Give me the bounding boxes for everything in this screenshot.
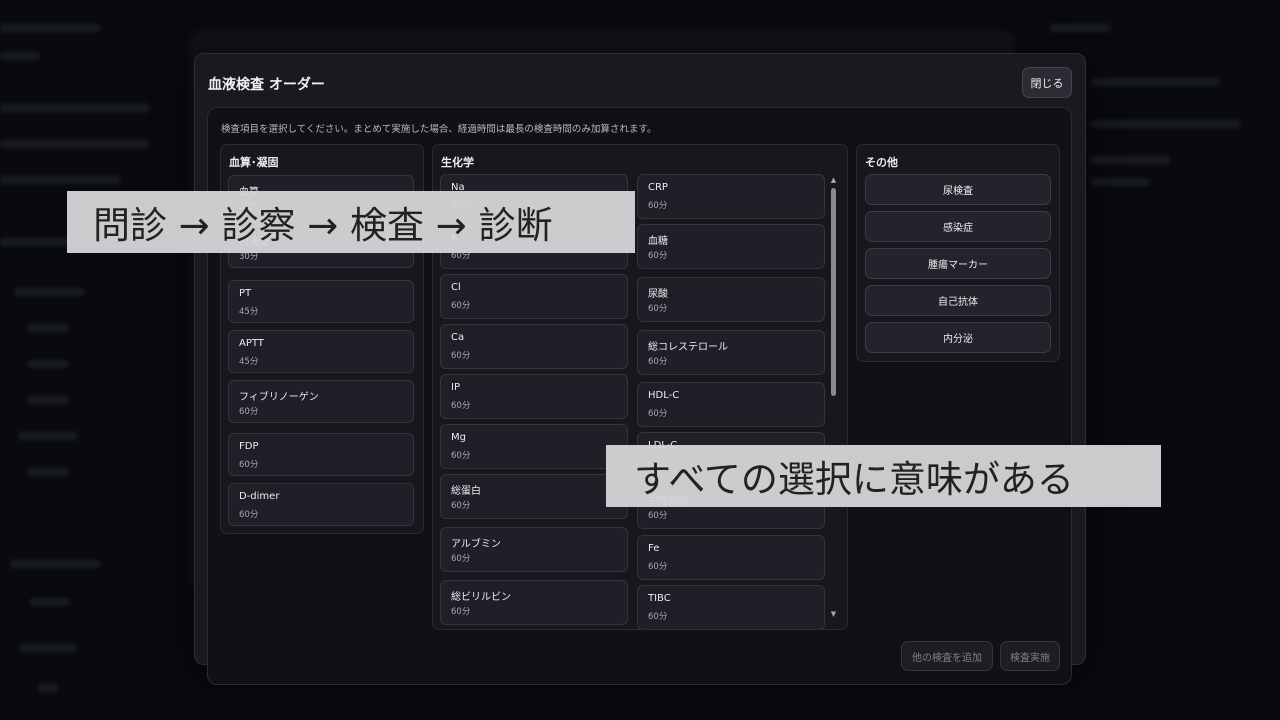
other-test-button[interactable]: 感染症: [865, 211, 1051, 242]
scroll-up-arrow-icon[interactable]: ▲: [830, 177, 837, 184]
test-duration: 60分: [648, 511, 668, 521]
test-item-biochem[interactable]: Cl 60分: [440, 274, 628, 319]
test-duration: 60分: [648, 409, 668, 419]
test-name: 尿酸: [648, 289, 668, 300]
test-name: Mg: [451, 432, 466, 443]
test-item-biochem[interactable]: 血糖 60分: [637, 224, 825, 269]
caption-flow: 問診 → 診察 → 検査 → 診断: [67, 191, 635, 253]
test-duration: 60分: [648, 562, 668, 572]
test-item-biochem[interactable]: 尿酸 60分: [637, 277, 825, 322]
test-name: 血糖: [648, 236, 668, 247]
test-duration: 60分: [239, 460, 259, 470]
test-item-blood[interactable]: PT 45分: [228, 280, 414, 323]
test-name: TIBC: [648, 593, 671, 604]
test-item-biochem[interactable]: Ca 60分: [440, 324, 628, 369]
background-right-panel: [1050, 0, 1280, 720]
scroll-thumb[interactable]: [831, 188, 836, 396]
test-name: APTT: [239, 338, 264, 349]
close-button[interactable]: 閉じる: [1022, 67, 1072, 98]
caption-meaning: すべての選択に意味がある: [606, 445, 1161, 507]
test-duration: 60分: [239, 510, 259, 520]
other-test-button[interactable]: 内分泌: [865, 322, 1051, 353]
test-name: Fe: [648, 543, 660, 554]
test-duration: 45分: [239, 357, 259, 367]
blood-column-title: 血算･凝固: [229, 156, 279, 169]
test-name: HDL-C: [648, 390, 680, 401]
other-test-button[interactable]: 腫瘍マーカー: [865, 248, 1051, 279]
modal-title: 血液検査 オーダー: [208, 77, 325, 93]
test-item-biochem[interactable]: 総蛋白 60分: [440, 474, 628, 519]
test-name: PT: [239, 288, 252, 299]
test-duration: 60分: [648, 201, 668, 211]
test-item-blood[interactable]: FDP 60分: [228, 433, 414, 476]
test-item-biochem[interactable]: 総コレステロール 60分: [637, 330, 825, 375]
test-duration: 60分: [648, 612, 668, 622]
test-duration: 60分: [451, 301, 471, 311]
other-test-button[interactable]: 自己抗体: [865, 285, 1051, 316]
test-duration: 60分: [451, 351, 471, 361]
test-name: フィブリノーゲン: [239, 392, 319, 403]
other-test-button[interactable]: 尿検査: [865, 174, 1051, 205]
test-duration: 60分: [451, 607, 471, 617]
run-test-button[interactable]: 検査実施: [1000, 641, 1060, 671]
test-item-blood[interactable]: D-dimer 60分: [228, 483, 414, 526]
test-name: 総蛋白: [451, 486, 481, 497]
test-name: IP: [451, 382, 460, 393]
test-item-biochem[interactable]: CRP 60分: [637, 174, 825, 219]
test-item-biochem[interactable]: アルブミン 60分: [440, 527, 628, 572]
test-item-biochem[interactable]: IP 60分: [440, 374, 628, 419]
test-name: 総コレステロール: [648, 342, 728, 353]
test-item-blood[interactable]: フィブリノーゲン 60分: [228, 380, 414, 423]
instruction-text: 検査項目を選択してください。まとめて実施した場合、経過時間は最長の検査時間のみ加…: [221, 124, 657, 135]
background-sidebar: [0, 0, 180, 720]
other-column-title: その他: [865, 156, 898, 169]
test-name: FDP: [239, 441, 259, 452]
scroll-down-arrow-icon[interactable]: ▼: [830, 611, 837, 618]
test-item-biochem[interactable]: Fe 60分: [637, 535, 825, 580]
test-item-biochem[interactable]: 総ビリルビン 60分: [440, 580, 628, 625]
test-name: アルブミン: [451, 539, 501, 550]
test-item-blood[interactable]: APTT 45分: [228, 330, 414, 373]
test-item-biochem[interactable]: Mg 60分: [440, 424, 628, 469]
other-tests-column: その他 尿検査感染症腫瘍マーカー 自己抗体内分泌: [856, 144, 1060, 362]
test-duration: 60分: [451, 501, 471, 511]
test-name: Cl: [451, 282, 461, 293]
test-duration: 45分: [239, 307, 259, 317]
test-duration: 60分: [451, 451, 471, 461]
test-duration: 60分: [239, 407, 259, 417]
biochem-column-title: 生化学: [441, 156, 474, 169]
test-duration: 60分: [648, 251, 668, 261]
biochem-scrollbar[interactable]: ▲ ▼: [830, 177, 837, 622]
test-duration: 60分: [451, 401, 471, 411]
add-other-test-button[interactable]: 他の検査を追加: [901, 641, 993, 671]
test-duration: 60分: [648, 357, 668, 367]
test-name: Ca: [451, 332, 465, 343]
test-name: CRP: [648, 182, 668, 193]
test-name: D-dimer: [239, 491, 280, 502]
test-item-biochem[interactable]: HDL-C 60分: [637, 382, 825, 427]
test-duration: 60分: [648, 304, 668, 314]
test-duration: 60分: [451, 554, 471, 564]
test-item-biochem[interactable]: TIBC 60分: [637, 585, 825, 629]
test-name: 総ビリルビン: [451, 592, 511, 603]
